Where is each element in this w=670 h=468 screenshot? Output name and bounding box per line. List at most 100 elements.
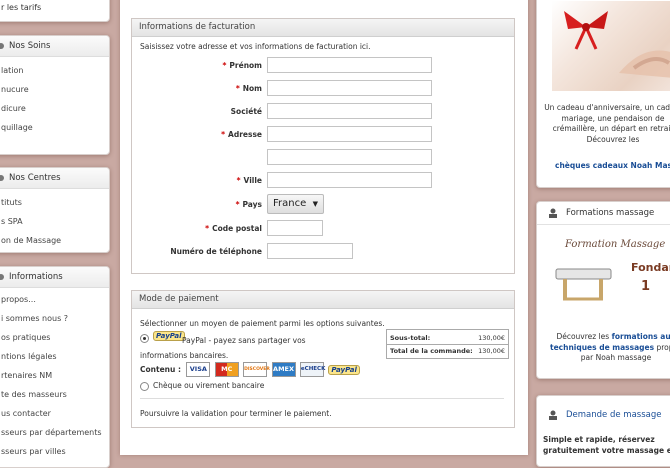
societe-field[interactable] — [267, 103, 432, 119]
subtotal-value: 130,00€ — [478, 334, 505, 342]
formations-title: Formations massage — [566, 208, 655, 218]
mastercard-icon: MC — [214, 362, 239, 377]
demande-title[interactable]: Demande de massage — [566, 404, 661, 426]
formations-text: Découvrez les formations aux techniques … — [545, 332, 670, 364]
contenu-row: Contenu : VISA MC DISCOVER AMEX eCHECK P… — [140, 362, 360, 377]
leaf-icon — [0, 274, 4, 280]
side-item[interactable]: on de Massage — [1, 231, 109, 250]
prenom-label: * Prénom — [222, 61, 262, 70]
left-fragment-box: r les tarifs — [0, 0, 110, 22]
banner-num: 1 — [641, 279, 651, 294]
side-item[interactable]: ntions légales — [1, 347, 109, 366]
side-item[interactable]: sseurs par villes — [1, 442, 109, 461]
amex-card-icon: AMEX — [271, 362, 296, 377]
formations-header: Formations massage — [537, 202, 670, 225]
pays-select[interactable]: France ▼ — [267, 194, 324, 214]
adresse-line2-field[interactable] — [267, 149, 432, 165]
soins-header: Nos Soins — [0, 36, 109, 57]
gift-ribbon-icon — [564, 11, 608, 50]
side-item[interactable]: te des masseurs — [1, 385, 109, 404]
nom-field[interactable] — [267, 80, 432, 96]
informations-title: Informations — [9, 272, 63, 282]
massage-hands-icon — [619, 50, 670, 78]
echeck-icon: eCHECK — [299, 362, 325, 377]
continue-text: Poursuivre la validation pour terminer l… — [140, 409, 332, 418]
leaf-icon — [0, 43, 4, 49]
contenu-label: Contenu : — [140, 365, 181, 374]
total-label: Total de la commande: — [390, 347, 473, 355]
pays-label: * Pays — [235, 200, 262, 209]
side-item[interactable]: s SPA — [1, 212, 109, 231]
informations-box: Informations propos... i sommes nous ? o… — [0, 266, 110, 468]
soins-box: Nos Soins lation nucure dicure quillage — [0, 35, 110, 155]
side-item[interactable]: sseurs par départements — [1, 423, 109, 442]
left-fragment-text[interactable]: r les tarifs — [1, 3, 41, 12]
main-content: Informations de facturation Saisissez vo… — [120, 0, 528, 455]
side-item[interactable]: lation — [1, 61, 109, 80]
nom-label: * Nom — [235, 84, 262, 93]
side-item[interactable]: propos... — [1, 290, 109, 309]
code-postal-label: * Code postal — [205, 224, 262, 233]
side-item[interactable]: i sommes nous ? — [1, 309, 109, 328]
adresse-label: * Adresse — [221, 130, 262, 139]
side-item[interactable]: dicure — [1, 99, 109, 118]
side-item[interactable]: nucure — [1, 80, 109, 99]
gift-text: Un cadeau d'anniversaire, un cad de mari… — [544, 103, 670, 144]
order-summary: Sous-total: 130,00€ Total de la commande… — [386, 329, 509, 359]
summary-divider — [387, 344, 508, 345]
total-value: 130,00€ — [478, 347, 505, 355]
pays-value: France — [273, 198, 307, 209]
centres-header: Nos Centres — [0, 168, 109, 189]
visa-card-icon: VISA — [186, 362, 211, 377]
demande-header: Demande de massage — [537, 396, 670, 420]
gift-link[interactable]: chèques cadeaux Noah Massa — [555, 161, 670, 170]
code-postal-field[interactable] — [267, 220, 323, 236]
discover-card-icon: DISCOVER — [243, 362, 270, 377]
telephone-label: Numéro de téléphone — [170, 247, 262, 256]
side-item[interactable]: os pratiques — [1, 328, 109, 347]
societe-label: Société — [230, 107, 262, 116]
paypal-small-logo-icon: PayPal — [328, 364, 360, 375]
informations-list: propos... i sommes nous ? os pratiques n… — [0, 288, 109, 461]
adresse-field[interactable] — [267, 126, 432, 142]
payment-divider — [140, 398, 504, 399]
ville-label: * Ville — [236, 176, 262, 185]
centres-list: tituts s SPA on de Massage — [0, 189, 109, 250]
informations-header: Informations — [0, 267, 109, 288]
prenom-field[interactable] — [267, 57, 432, 73]
formations-box: Formations massage Formation Massage Fon… — [536, 201, 670, 379]
leaf-icon — [0, 175, 4, 181]
chevron-down-icon: ▼ — [312, 200, 318, 208]
side-item[interactable]: rtenaires NM — [1, 366, 109, 385]
formations-text-pre: Découvrez les — [556, 332, 610, 341]
paypal-text[interactable]: PayPal - payez sans partager vos informa… — [140, 333, 342, 363]
side-item[interactable]: us contacter — [1, 404, 109, 423]
gift-image — [552, 1, 670, 91]
formation-banner[interactable]: Formation Massage Fondament 1 — [551, 235, 670, 323]
billing-intro: Saisissez votre adresse et vos informati… — [140, 42, 371, 51]
centres-title: Nos Centres — [9, 173, 61, 183]
soins-list: lation nucure dicure quillage — [0, 57, 109, 137]
cheque-radio[interactable] — [140, 382, 149, 391]
telephone-field[interactable] — [267, 243, 353, 259]
cheque-label[interactable]: Chèque ou virement bancaire — [153, 381, 264, 390]
demande-box: Demande de massage Simple et rapide, rés… — [536, 395, 670, 467]
massage-table-icon — [555, 268, 612, 301]
banner-sub: Fondament — [631, 261, 670, 274]
billing-panel: Informations de facturation Saisissez vo… — [131, 18, 515, 274]
payment-title: Mode de paiement — [132, 291, 514, 309]
side-item[interactable]: quillage — [1, 118, 109, 137]
side-item[interactable]: tituts — [1, 193, 109, 212]
centres-box: Nos Centres tituts s SPA on de Massage — [0, 167, 110, 253]
payment-panel: Mode de paiement Sélectionner un moyen d… — [131, 290, 515, 428]
soins-title: Nos Soins — [9, 41, 51, 51]
ville-field[interactable] — [267, 172, 432, 188]
person-icon — [549, 410, 557, 420]
payment-intro: Sélectionner un moyen de paiement parmi … — [140, 319, 385, 328]
demande-text: Simple et rapide, réservez gratuitement … — [543, 435, 670, 455]
gift-box: Un cadeau d'anniversaire, un cad de mari… — [536, 0, 670, 188]
banner-title: Formation Massage — [565, 239, 666, 250]
person-icon — [549, 208, 557, 218]
subtotal-label: Sous-total: — [390, 334, 431, 342]
billing-title: Informations de facturation — [132, 19, 514, 37]
